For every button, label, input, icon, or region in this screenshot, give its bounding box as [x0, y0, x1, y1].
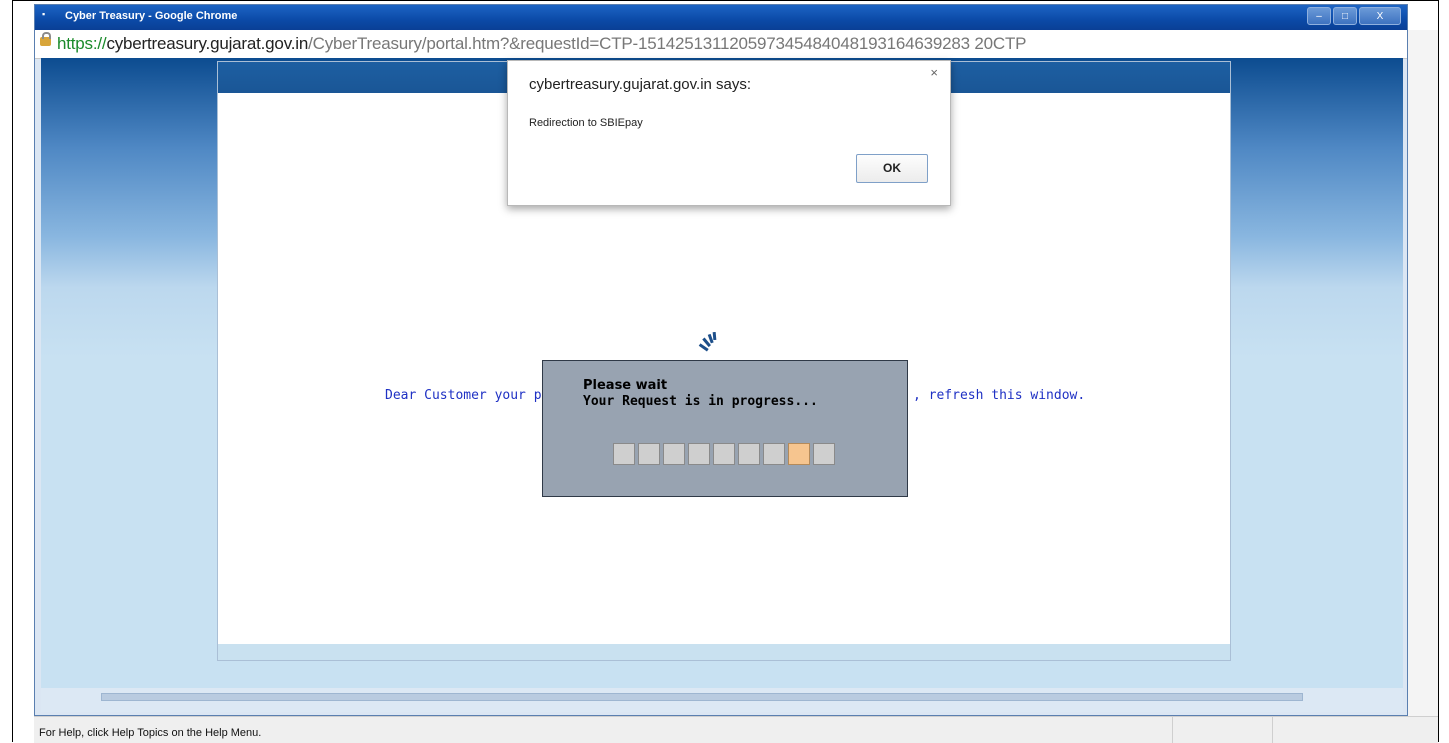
window-bottom-frame — [41, 688, 1403, 712]
page-border-left — [12, 0, 13, 742]
progress-cell — [688, 443, 710, 465]
page-border-right — [1438, 0, 1439, 742]
progress-cell — [663, 443, 685, 465]
loading-spinner-icon — [698, 332, 717, 352]
status-bar: For Help, click Help Topics on the Help … — [34, 716, 1438, 743]
progress-cell — [613, 443, 635, 465]
horizontal-scrollbar[interactable] — [101, 693, 1303, 701]
minimize-button[interactable]: – — [1307, 7, 1331, 25]
progress-cell — [813, 443, 835, 465]
lock-icon — [40, 32, 51, 46]
address-bar[interactable]: https://cybertreasury.gujarat.gov.in/Cyb… — [35, 30, 1407, 59]
payment-message-right: , refresh this window. — [913, 388, 1086, 403]
progress-cell — [638, 443, 660, 465]
app-icon: ▪ — [42, 9, 46, 19]
progress-cell — [763, 443, 785, 465]
outer-scroll-strip — [1408, 30, 1438, 716]
url-text[interactable]: https://cybertreasury.gujarat.gov.in/Cyb… — [57, 34, 1027, 54]
status-divider — [1272, 717, 1273, 743]
alert-title: cybertreasury.gujarat.gov.in says: — [529, 76, 752, 93]
window-title: Cyber Treasury - Google Chrome — [65, 10, 238, 22]
maximize-button[interactable]: □ — [1333, 7, 1357, 25]
please-wait-dialog: Please wait Your Request is in progress.… — [542, 360, 908, 497]
page-border-top — [12, 0, 1439, 1]
url-scheme: https:// — [57, 34, 107, 53]
wait-subtitle: Your Request is in progress... — [583, 394, 818, 409]
alert-message: Redirection to SBIEpay — [529, 117, 643, 129]
close-button[interactable]: X — [1359, 7, 1401, 25]
wait-title: Please wait — [583, 378, 668, 393]
status-divider — [1172, 717, 1173, 743]
alert-dialog: cybertreasury.gujarat.gov.in says: × Red… — [507, 60, 951, 206]
progress-cell-active — [788, 443, 810, 465]
status-text: For Help, click Help Topics on the Help … — [39, 727, 262, 739]
window-controls: – □ X — [1307, 7, 1401, 25]
url-path: /CyberTreasury/portal.htm?&requestId=CTP… — [308, 34, 1027, 53]
title-bar[interactable]: ▪ Cyber Treasury - Google Chrome – □ X — [35, 5, 1407, 30]
url-host: cybertreasury.gujarat.gov.in — [106, 34, 309, 53]
browser-window: ▪ Cyber Treasury - Google Chrome – □ X h… — [34, 4, 1408, 716]
progress-cell — [713, 443, 735, 465]
progress-indicator — [613, 443, 835, 465]
ok-button[interactable]: OK — [856, 154, 928, 183]
progress-cell — [738, 443, 760, 465]
page-viewport: Dear Customer your pay , refresh this wi… — [41, 58, 1403, 688]
panel-footer — [218, 644, 1230, 660]
payment-message-left: Dear Customer your pay — [385, 388, 558, 403]
alert-close-icon[interactable]: × — [930, 65, 938, 80]
